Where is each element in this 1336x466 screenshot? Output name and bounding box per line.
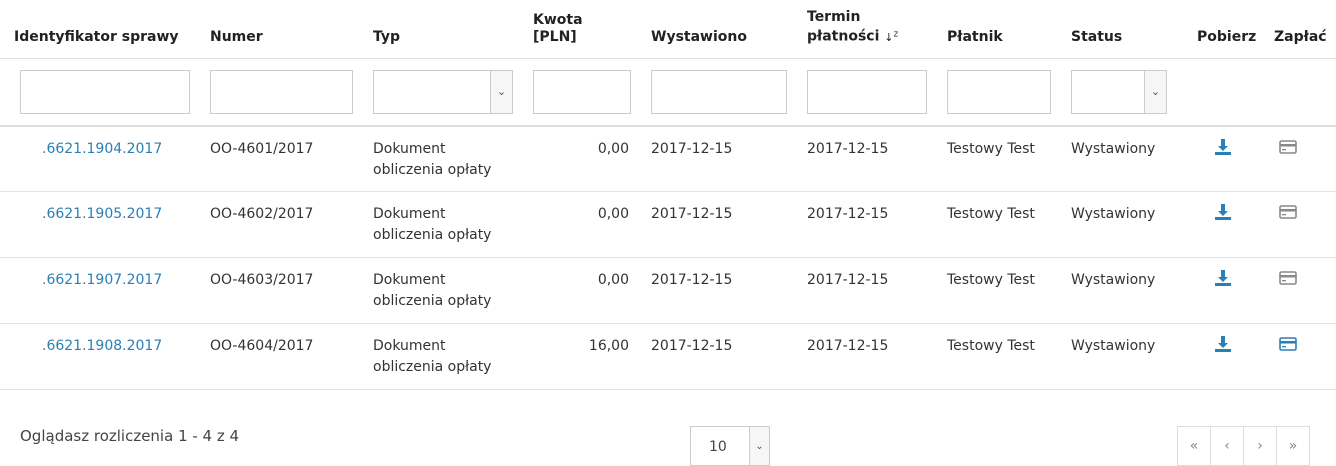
- filter-type-select[interactable]: ⌄: [373, 69, 513, 114]
- amount-header-line1: Kwota: [533, 11, 583, 28]
- type-line2: obliczenia opłaty: [373, 227, 492, 243]
- filter-row: ⌄ ⌄: [0, 58, 1336, 127]
- type-line2: obliczenia opłaty: [373, 293, 492, 309]
- case-id-link[interactable]: .6621.1905.2017: [42, 206, 162, 222]
- table-row: .6621.1907.2017 OO-4603/2017 Dokument oblic…: [0, 257, 1336, 324]
- sort-desc-icon[interactable]: ↓Z: [884, 30, 898, 44]
- type-line1: Dokument: [373, 206, 446, 222]
- invoice-number: OO-4604/2017: [196, 323, 359, 390]
- filter-status-select[interactable]: ⌄: [1071, 69, 1167, 114]
- case-id-link[interactable]: .6621.1907.2017: [42, 272, 162, 288]
- type-line1: Dokument: [373, 338, 446, 354]
- credit-card-icon[interactable]: [1278, 337, 1298, 358]
- results-summary: Oglądasz rozliczenia 1 - 4 z 4: [20, 427, 240, 445]
- status: Wystawiony: [1057, 125, 1183, 192]
- col-header-amount[interactable]: Kwota [PLN]: [519, 0, 637, 59]
- payer: Testowy Test: [933, 191, 1057, 258]
- invoice-type: Dokument obliczenia opłaty: [359, 191, 519, 258]
- status: Wystawiony: [1057, 191, 1183, 258]
- chevron-down-icon: ⌄: [1144, 70, 1166, 113]
- amount-header-line2: [PLN]: [533, 28, 577, 45]
- due-header-line1: Termin: [807, 8, 861, 25]
- issued-date: 2017-12-15: [637, 323, 793, 390]
- credit-card-icon[interactable]: [1278, 271, 1298, 292]
- filter-amount-input[interactable]: [533, 69, 631, 114]
- invoice-amount: 0,00: [519, 125, 637, 192]
- issued-date: 2017-12-15: [637, 257, 793, 324]
- double-chevron-right-icon[interactable]: »: [1276, 426, 1310, 466]
- chevron-down-icon: ⌄: [749, 427, 769, 465]
- type-line1: Dokument: [373, 140, 446, 157]
- double-chevron-left-icon[interactable]: «: [1177, 426, 1211, 466]
- page-size-select[interactable]: 10 ⌄: [690, 426, 770, 466]
- case-id-link[interactable]: .6621.1908.2017: [42, 338, 162, 354]
- filter-due-input[interactable]: [807, 69, 927, 114]
- col-header-download: Pobierz: [1183, 0, 1260, 59]
- invoice-type: Dokument obliczenia opłaty: [359, 323, 519, 390]
- col-header-due[interactable]: Termin płatności ↓Z: [793, 0, 933, 59]
- status: Wystawiony: [1057, 257, 1183, 324]
- invoice-amount: 0,00: [519, 257, 637, 324]
- payer: Testowy Test: [933, 323, 1057, 390]
- col-header-type[interactable]: Typ: [359, 0, 519, 59]
- case-id-link[interactable]: .6621.1904.2017: [42, 141, 162, 157]
- due-date: 2017-12-15: [793, 323, 933, 390]
- invoice-type: Dokument obliczenia opłaty: [359, 257, 519, 324]
- table-row: .6621.1904.2017 OO-4601/2017 Dokument oblic…: [0, 125, 1336, 192]
- download-icon[interactable]: [1213, 138, 1233, 161]
- type-line2: obliczenia opłaty: [373, 161, 492, 178]
- credit-card-icon[interactable]: [1278, 205, 1298, 226]
- table-row: .6621.1908.2017 OO-4604/2017 Dokument oblic…: [0, 323, 1336, 390]
- due-header-line2: płatności: [807, 28, 880, 45]
- invoice-number: OO-4602/2017: [196, 191, 359, 258]
- table-header-row: Identyfikator sprawy Numer Typ Kwota [PLN…: [0, 0, 1336, 59]
- col-header-id[interactable]: Identyfikator sprawy: [0, 0, 196, 59]
- filter-number-input[interactable]: [210, 69, 353, 114]
- due-date: 2017-12-15: [793, 257, 933, 324]
- page-size-value: 10: [709, 439, 727, 455]
- issued-date: 2017-12-15: [637, 125, 793, 192]
- col-header-status[interactable]: Status: [1057, 0, 1183, 59]
- invoice-type: Dokument obliczenia opłaty: [359, 125, 519, 192]
- issued-date: 2017-12-15: [637, 191, 793, 258]
- col-header-number[interactable]: Numer: [196, 0, 359, 59]
- chevron-down-icon: ⌄: [490, 70, 512, 113]
- pagination: « ‹ › »: [1177, 426, 1310, 466]
- chevron-left-icon[interactable]: ‹: [1210, 426, 1244, 466]
- type-line1: Dokument: [373, 272, 446, 288]
- due-date: 2017-12-15: [793, 191, 933, 258]
- table-row: .6621.1905.2017 OO-4602/2017 Dokument oblic…: [0, 191, 1336, 258]
- filter-issued-input[interactable]: [651, 69, 787, 114]
- col-header-pay: Zapłać: [1260, 0, 1336, 59]
- download-icon[interactable]: [1213, 204, 1233, 226]
- download-icon[interactable]: [1213, 336, 1233, 358]
- invoice-number: OO-4603/2017: [196, 257, 359, 324]
- col-header-issued[interactable]: Wystawiono: [637, 0, 793, 59]
- due-date: 2017-12-15: [793, 125, 933, 192]
- invoice-amount: 16,00: [519, 323, 637, 390]
- invoice-amount: 0,00: [519, 191, 637, 258]
- col-header-payer[interactable]: Płatnik: [933, 0, 1057, 59]
- credit-card-icon[interactable]: [1278, 139, 1298, 161]
- invoice-list: Identyfikator sprawy Numer Typ Kwota [PLN…: [0, 0, 1336, 466]
- status: Wystawiony: [1057, 323, 1183, 390]
- payer: Testowy Test: [933, 125, 1057, 192]
- payer: Testowy Test: [933, 257, 1057, 324]
- filter-payer-input[interactable]: [947, 69, 1051, 114]
- filter-id-input[interactable]: [20, 69, 190, 114]
- chevron-right-icon[interactable]: ›: [1243, 426, 1277, 466]
- invoice-table: Identyfikator sprawy Numer Typ Kwota [PLN…: [0, 0, 1336, 390]
- download-icon[interactable]: [1213, 270, 1233, 292]
- type-line2: obliczenia opłaty: [373, 359, 492, 375]
- invoice-number: OO-4601/2017: [196, 125, 359, 192]
